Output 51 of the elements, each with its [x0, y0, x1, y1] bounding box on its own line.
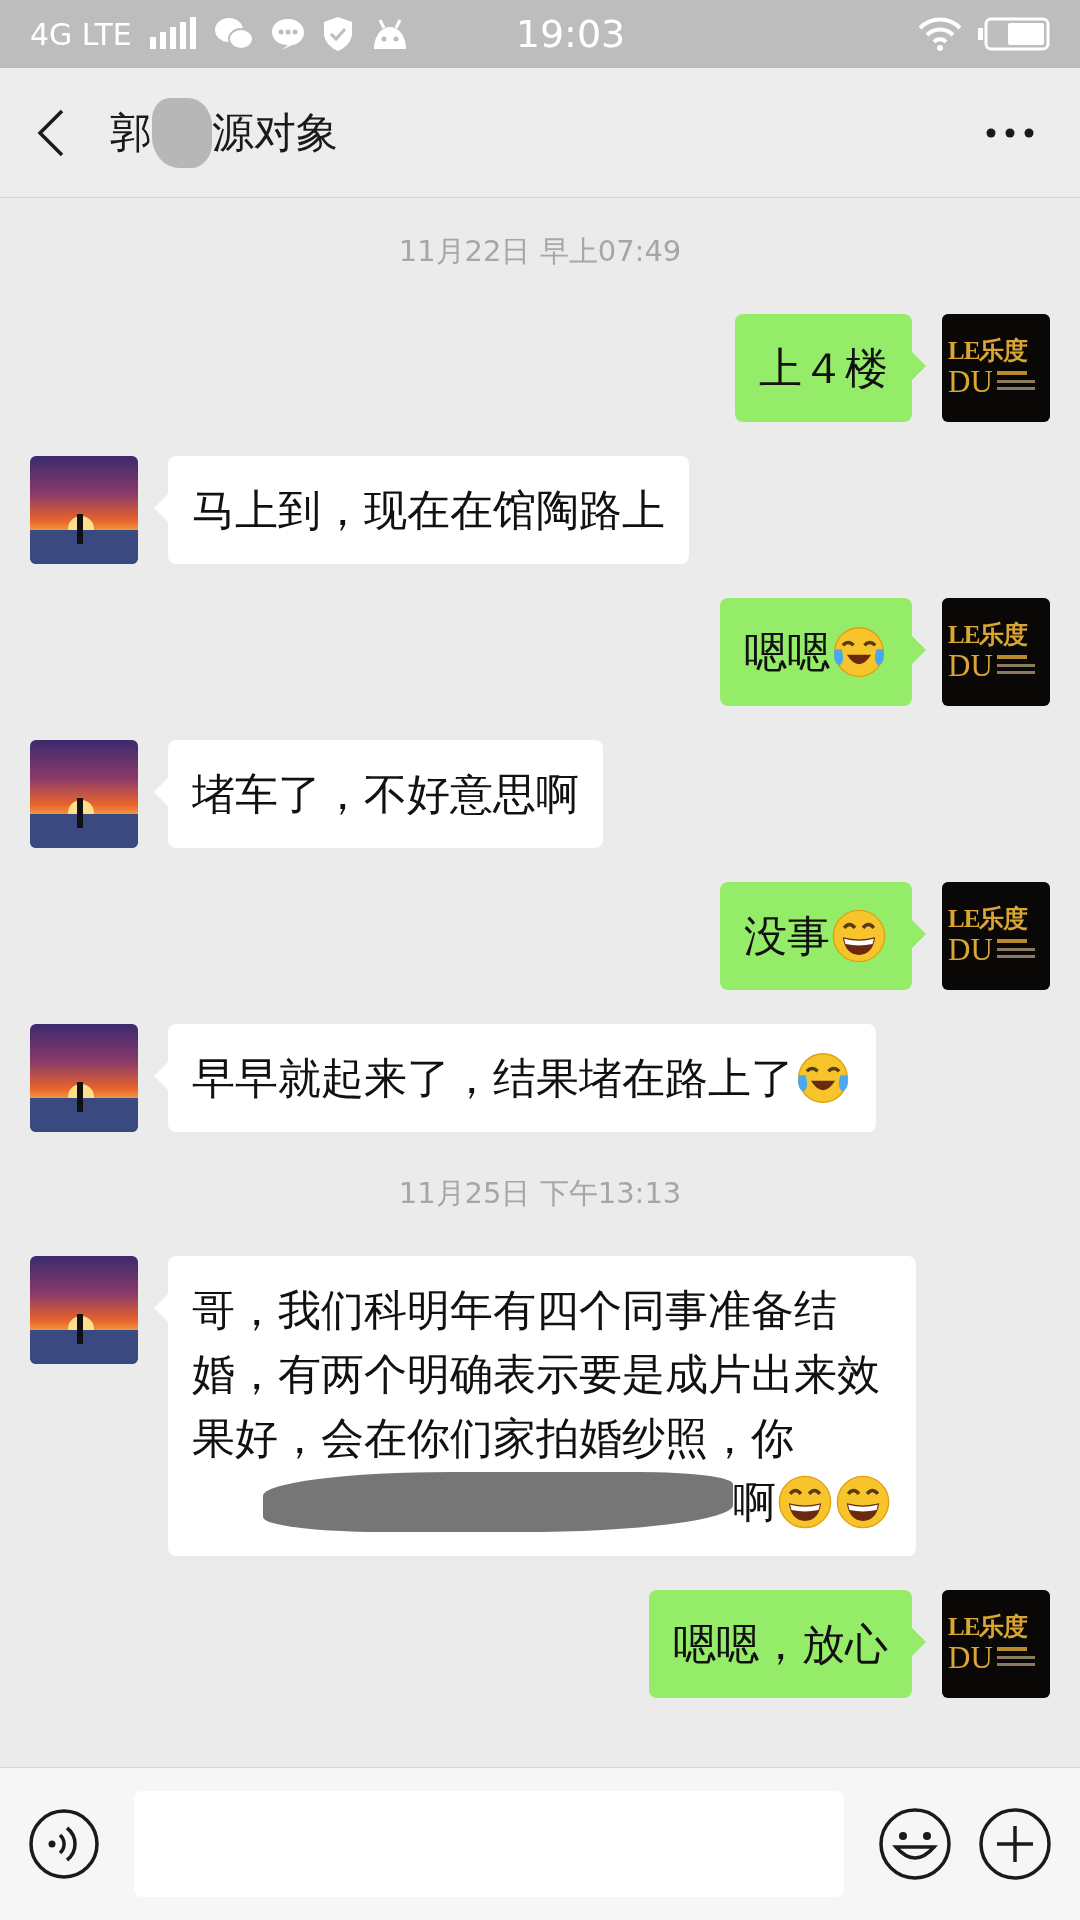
logo-text: LE乐度 [948, 1613, 1029, 1641]
logo-text: DU [948, 648, 993, 683]
laughing-tears-face-icon [796, 1051, 850, 1105]
grinning-face-icon [778, 1475, 832, 1529]
message-timestamp: 11月25日 下午13:13 [398, 1175, 682, 1212]
logo-text: DU [948, 364, 993, 399]
grinning-face-icon [832, 909, 886, 963]
logo-text: LE乐度 [948, 337, 1029, 365]
logo-text: DU [948, 932, 993, 967]
logo-avatar[interactable]: LE乐度 DU [942, 1590, 1050, 1698]
message-text: 嗯嗯 [744, 626, 830, 679]
plus-icon [978, 1807, 1052, 1881]
grinning-face-icon [836, 1475, 890, 1529]
message-text: 堵车了，不好意思啊 [192, 768, 579, 821]
sunset-avatar[interactable] [30, 1024, 138, 1132]
more-dots-icon [986, 127, 1034, 138]
logo-avatar[interactable]: LE乐度 DU [942, 314, 1050, 422]
voice-button[interactable] [28, 1808, 100, 1880]
network-label: 4G LTE [30, 16, 132, 52]
message-text: 没事 [744, 910, 830, 963]
logo-text: LE乐度 [948, 905, 1029, 933]
message-text: 啊 [733, 1476, 776, 1529]
message-text: 嗯嗯，放心 [673, 1618, 888, 1671]
redaction-scribble [152, 97, 212, 168]
message-icon [269, 17, 306, 51]
shield-icon [321, 16, 354, 52]
logo-avatar[interactable]: LE乐度 DU [942, 882, 1050, 990]
wifi-icon [918, 16, 962, 52]
voice-icon [28, 1808, 100, 1880]
logo-text: DU [948, 1640, 993, 1675]
back-chevron-icon [36, 108, 66, 157]
plus-button[interactable] [978, 1807, 1052, 1881]
laughing-tears-face-icon [832, 625, 886, 679]
sunset-avatar[interactable] [30, 740, 138, 848]
battery-icon [978, 17, 1050, 51]
message-text: 早早就起来了，结果堵在路上了 [192, 1052, 794, 1105]
message-text: 马上到，现在在馆陶路上 [192, 484, 665, 537]
logo-text: LE乐度 [948, 621, 1029, 649]
smiley-icon [878, 1807, 952, 1881]
logo-avatar[interactable]: LE乐度 DU [942, 598, 1050, 706]
sunset-avatar[interactable] [30, 1256, 138, 1364]
chat-title: 源对象 [212, 106, 338, 159]
sunset-avatar[interactable] [30, 456, 138, 564]
back-button[interactable] [36, 108, 66, 157]
clock-time: 19:03 [515, 12, 626, 56]
signal-icon [147, 17, 198, 51]
message-text: 上４楼 [759, 342, 888, 395]
emoji-button[interactable] [878, 1807, 952, 1881]
message-timestamp: 11月22日 早上07:49 [398, 233, 682, 270]
message-text: 哥，我们科明年有四个同事准备结婚，有两个明确表示要是成片出来效果好，会在你们家拍婚纱照，你 [192, 1284, 881, 1465]
chat-title: 郭 [110, 106, 152, 159]
